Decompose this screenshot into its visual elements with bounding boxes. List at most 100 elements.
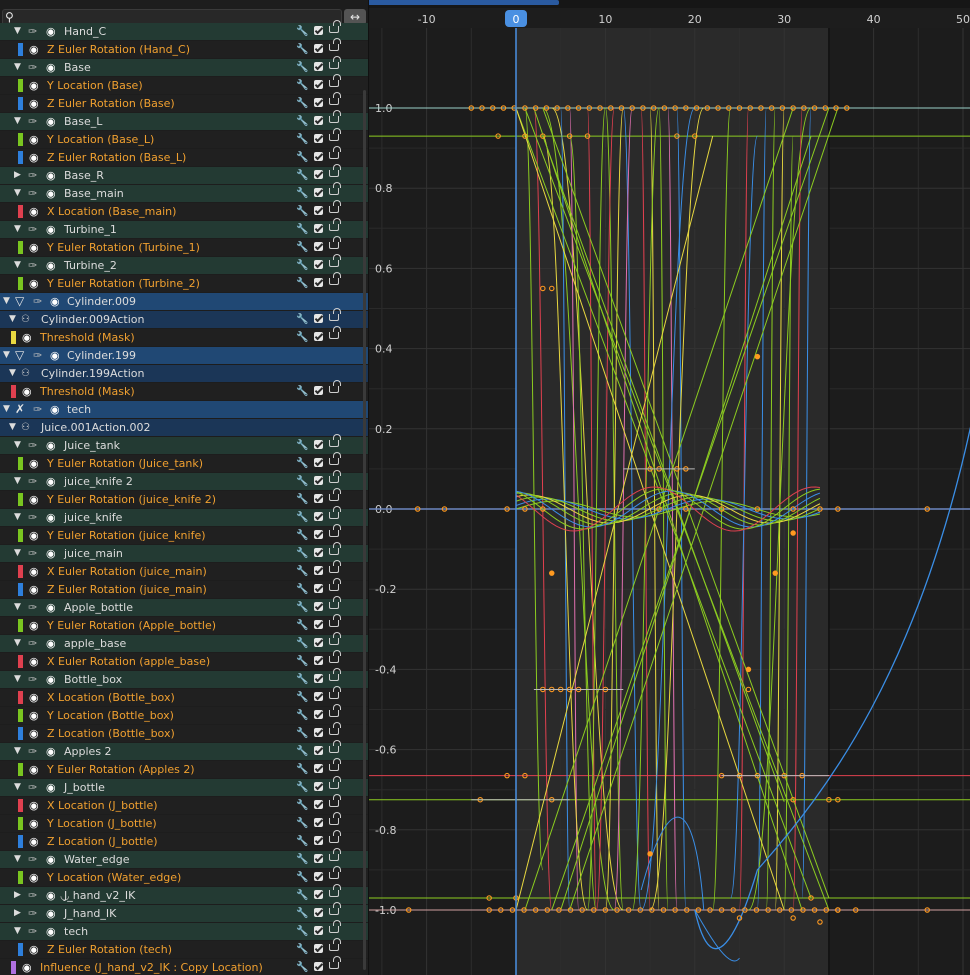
fcurve-label[interactable]: X Euler Rotation (apple_base) bbox=[47, 653, 210, 670]
modifier-wrench-icon[interactable]: 🔧 bbox=[296, 833, 308, 850]
expand-right-icon[interactable]: ▶ bbox=[14, 887, 21, 904]
channel-row[interactable]: ◉ Z Euler Rotation (Base_L) 🔧 bbox=[0, 146, 368, 166]
lock-icon[interactable] bbox=[329, 128, 341, 141]
modifier-wrench-icon[interactable]: 🔧 bbox=[296, 653, 308, 670]
modifier-wrench-icon[interactable]: 🔧 bbox=[296, 257, 308, 274]
lock-icon[interactable] bbox=[329, 452, 341, 465]
pin-icon[interactable]: ✑ bbox=[33, 293, 42, 310]
channel-row[interactable]: ◉ Y Location (Bottle_box) 🔧 bbox=[0, 704, 368, 724]
lock-icon[interactable] bbox=[329, 218, 341, 231]
eye-icon[interactable]: ◉ bbox=[46, 59, 56, 76]
modifier-wrench-icon[interactable]: 🔧 bbox=[296, 869, 308, 886]
modifier-wrench-icon[interactable]: 🔧 bbox=[296, 203, 308, 220]
eye-icon[interactable]: ◉ bbox=[46, 923, 56, 940]
modifier-wrench-icon[interactable]: 🔧 bbox=[296, 563, 308, 580]
pin-icon[interactable]: ✑ bbox=[28, 851, 37, 868]
mute-checkbox[interactable] bbox=[314, 386, 323, 395]
mute-checkbox[interactable] bbox=[314, 62, 323, 71]
channel-row[interactable]: ▼ ✑ ◉ J_bottle 🔧 bbox=[0, 776, 368, 796]
channel-row[interactable]: ◉ X Location (Bottle_box) 🔧 bbox=[0, 686, 368, 706]
eye-icon[interactable]: ◉ bbox=[46, 113, 56, 130]
eye-icon[interactable]: ◉ bbox=[46, 185, 56, 202]
pin-icon[interactable]: ✑ bbox=[28, 23, 37, 40]
channel-row[interactable]: ▼ ⚇ Cylinder.199Action bbox=[0, 365, 368, 382]
expand-down-icon[interactable]: ▼ bbox=[14, 113, 21, 130]
lock-icon[interactable] bbox=[329, 812, 341, 825]
pin-icon[interactable]: ✑ bbox=[33, 401, 42, 418]
modifier-wrench-icon[interactable]: 🔧 bbox=[296, 455, 308, 472]
expand-down-icon[interactable]: ▼ bbox=[3, 293, 10, 310]
fcurve-label[interactable]: Z Euler Rotation (Base_L) bbox=[47, 149, 186, 166]
mute-checkbox[interactable] bbox=[314, 260, 323, 269]
lock-icon[interactable] bbox=[329, 488, 341, 501]
lock-icon[interactable] bbox=[329, 668, 341, 681]
mute-checkbox[interactable] bbox=[314, 818, 323, 827]
eye-icon[interactable]: ◉ bbox=[29, 203, 39, 220]
modifier-wrench-icon[interactable]: 🔧 bbox=[296, 275, 308, 292]
mute-checkbox[interactable] bbox=[314, 188, 323, 197]
mute-checkbox[interactable] bbox=[314, 206, 323, 215]
pin-icon[interactable]: ✑ bbox=[28, 635, 37, 652]
eye-icon[interactable]: ◉ bbox=[50, 293, 60, 310]
fcurve-label[interactable]: Z Location (Bottle_box) bbox=[47, 725, 175, 742]
pin-icon[interactable]: ✑ bbox=[28, 59, 37, 76]
lock-icon[interactable] bbox=[329, 524, 341, 537]
channel-row[interactable]: ▼ ✑ ◉ Apple_bottle 🔧 bbox=[0, 596, 368, 616]
channel-row[interactable]: ▼ ✑ ◉ juice_knife 🔧 bbox=[0, 506, 368, 526]
lock-icon[interactable] bbox=[329, 740, 341, 753]
channel-scrollbar[interactable] bbox=[363, 90, 366, 970]
lock-icon[interactable] bbox=[329, 902, 341, 915]
expand-down-icon[interactable]: ▼ bbox=[14, 23, 21, 40]
modifier-wrench-icon[interactable]: 🔧 bbox=[296, 23, 308, 40]
eye-icon[interactable]: ◉ bbox=[29, 275, 39, 292]
expand-right-icon[interactable]: ▶ bbox=[14, 167, 21, 184]
channel-row[interactable]: ◉ Z Location (Bottle_box) 🔧 bbox=[0, 722, 368, 742]
eye-icon[interactable]: ◉ bbox=[29, 563, 39, 580]
graph-canvas[interactable]: -10 10 20 30 40 501.00.80.60.40.20.0-0.2-0.4-… bbox=[369, 0, 970, 975]
eye-icon[interactable]: ◉ bbox=[29, 653, 39, 670]
expand-down-icon[interactable]: ▼ bbox=[14, 599, 21, 616]
modifier-wrench-icon[interactable]: 🔧 bbox=[296, 239, 308, 256]
mute-checkbox[interactable] bbox=[314, 908, 323, 917]
lock-icon[interactable] bbox=[329, 236, 341, 249]
expand-down-icon[interactable]: ▼ bbox=[14, 257, 21, 274]
modifier-wrench-icon[interactable]: 🔧 bbox=[296, 779, 308, 796]
channel-row[interactable]: ▼ ✗ ✑ ◉ tech bbox=[0, 401, 368, 418]
channel-row[interactable]: ▼ ✑ ◉ Apples 2 🔧 bbox=[0, 740, 368, 760]
eye-icon[interactable]: ◉ bbox=[46, 257, 56, 274]
mute-checkbox[interactable] bbox=[314, 98, 323, 107]
mute-checkbox[interactable] bbox=[314, 440, 323, 449]
lock-icon[interactable] bbox=[329, 200, 341, 213]
eye-icon[interactable]: ◉ bbox=[29, 869, 39, 886]
expand-down-icon[interactable]: ▼ bbox=[3, 347, 10, 364]
pin-icon[interactable]: ✑ bbox=[28, 905, 37, 922]
mute-checkbox[interactable] bbox=[314, 602, 323, 611]
fcurve-label[interactable]: X Location (Base_main) bbox=[47, 203, 176, 220]
fcurve-label[interactable]: Z Euler Rotation (Base) bbox=[47, 95, 175, 112]
modifier-wrench-icon[interactable]: 🔧 bbox=[296, 509, 308, 526]
channel-row[interactable]: ▼ ▽ ✑ ◉ Cylinder.199 bbox=[0, 347, 368, 364]
pin-icon[interactable]: ✑ bbox=[28, 167, 37, 184]
channel-row[interactable]: ▼ ✑ ◉ tech 🔧 bbox=[0, 920, 368, 940]
pin-icon[interactable]: ✑ bbox=[28, 887, 37, 904]
channel-row[interactable]: ◉ X Euler Rotation (apple_base) 🔧 bbox=[0, 650, 368, 670]
lock-icon[interactable] bbox=[329, 866, 341, 879]
expand-down-icon[interactable]: ▼ bbox=[9, 419, 16, 436]
eye-icon[interactable]: ◉ bbox=[46, 545, 56, 562]
expand-down-icon[interactable]: ▼ bbox=[14, 185, 21, 202]
eye-icon[interactable]: ◉ bbox=[29, 707, 39, 724]
mute-checkbox[interactable] bbox=[314, 854, 323, 863]
mute-checkbox[interactable] bbox=[314, 656, 323, 665]
lock-icon[interactable] bbox=[329, 830, 341, 843]
eye-icon[interactable]: ◉ bbox=[22, 383, 32, 400]
eye-icon[interactable]: ◉ bbox=[29, 77, 39, 94]
mute-checkbox[interactable] bbox=[314, 638, 323, 647]
fcurve-label[interactable]: Y Euler Rotation (Turbine_1) bbox=[47, 239, 200, 256]
eye-icon[interactable]: ◉ bbox=[29, 797, 39, 814]
channel-row[interactable]: ▼ ▽ ✑ ◉ Cylinder.009 bbox=[0, 293, 368, 310]
mute-checkbox[interactable] bbox=[314, 584, 323, 593]
eye-icon[interactable]: ◉ bbox=[46, 743, 56, 760]
eye-icon[interactable]: ◉ bbox=[46, 437, 56, 454]
eye-icon[interactable]: ◉ bbox=[46, 887, 56, 904]
lock-icon[interactable] bbox=[329, 758, 341, 771]
